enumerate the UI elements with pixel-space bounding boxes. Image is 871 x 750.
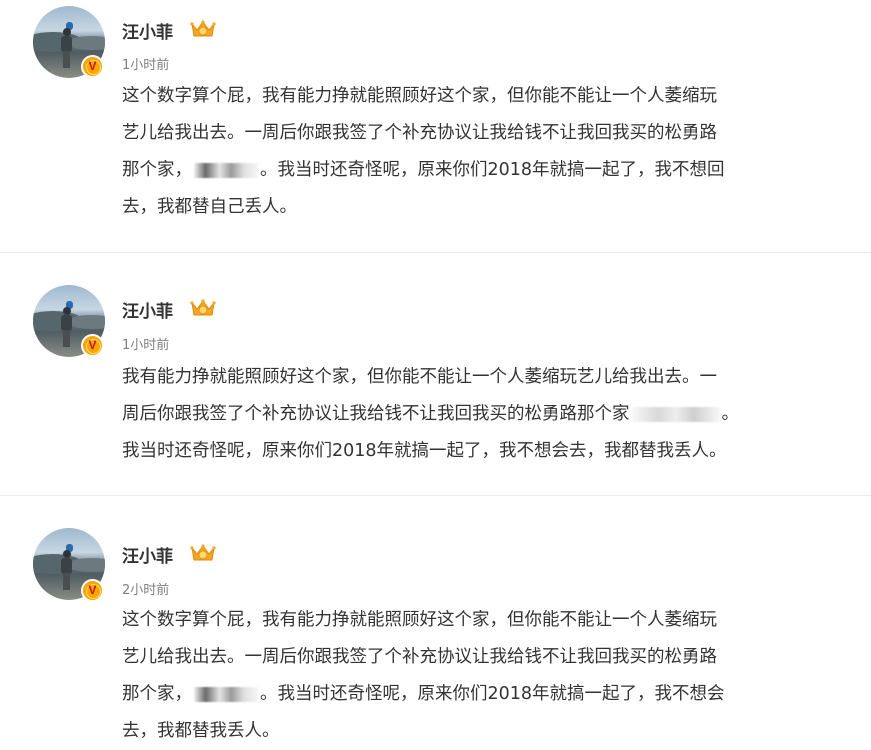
redacted-text [194, 686, 258, 702]
post-text: 这个数字算个屁，我有能力挣就能照顾好这个家，但你能不能让一个人萎缩玩 艺儿给我出… [122, 78, 842, 226]
text-segment: 。我当时还奇怪呢，原来你们2018年就搞一起了，我不想会 [260, 684, 725, 704]
author-name[interactable]: 汪小菲 [122, 18, 173, 43]
text-segment: 。 [721, 404, 740, 424]
v-badge-icon: V [81, 579, 104, 602]
text-line: 去，我都替自己丢人。 [122, 197, 297, 217]
crown-icon[interactable] [189, 542, 217, 564]
text-line: 我有能力挣就能照顾好这个家，但你能不能让一个人萎缩玩艺儿给我出去。一 [122, 367, 717, 387]
text-line: 周后你跟我签了个补充协议让我给钱不让我回我买的松勇路那个家 。 [122, 396, 842, 433]
text-line: 艺儿给我出去。一周后你跟我签了个补充协议让我给钱不让我回我买的松勇路 [122, 647, 717, 667]
redacted-text [631, 406, 720, 422]
text-line: 这个数字算个屁，我有能力挣就能照顾好这个家，但你能不能让一个人萎缩玩 [122, 610, 717, 630]
v-badge-icon: V [81, 334, 104, 357]
post-time[interactable]: 2小时前 [122, 579, 169, 598]
v-badge-icon: V [81, 55, 104, 78]
redacted-text [194, 162, 258, 178]
text-line: 艺儿给我出去。一周后你跟我签了个补充协议让我给钱不让我回我买的松勇路 [122, 123, 717, 143]
weibo-post: V 汪小菲 2小时前 这个数字算个屁，我有能力挣就能照顾好这个家，但你能不能让一… [0, 496, 871, 748]
text-segment: 周后你跟我签了个补充协议让我给钱不让我回我买的松勇路那个家 [122, 404, 630, 424]
post-time[interactable]: 1小时前 [122, 334, 169, 353]
crown-icon[interactable] [189, 18, 217, 40]
text-segment: 。我当时还奇怪呢，原来你们2018年就搞一起了，我不想回 [260, 160, 725, 180]
text-line: 那个家， 。我当时还奇怪呢，原来你们2018年就搞一起了，我不想会 [122, 676, 842, 713]
text-line: 我当时还奇怪呢，原来你们2018年就搞一起了，我不想会去，我都替我丢人。 [122, 441, 727, 461]
text-segment: 那个家， [122, 684, 192, 704]
text-line: 去，我都替我丢人。 [122, 721, 280, 741]
author-name[interactable]: 汪小菲 [122, 542, 173, 567]
post-text: 我有能力挣就能照顾好这个家，但你能不能让一个人萎缩玩艺儿给我出去。一 周后你跟我… [122, 359, 842, 470]
weibo-post: V 汪小菲 1小时前 这个数字算个屁，我有能力挣就能照顾好这个家，但你能不能让一… [0, 0, 871, 252]
text-segment: 那个家， [122, 160, 192, 180]
weibo-post: V 汪小菲 1小时前 我有能力挣就能照顾好这个家，但你能不能让一个人萎缩玩艺儿给… [0, 253, 871, 495]
author-name[interactable]: 汪小菲 [122, 297, 173, 322]
post-text: 这个数字算个屁，我有能力挣就能照顾好这个家，但你能不能让一个人萎缩玩 艺儿给我出… [122, 602, 842, 750]
post-time[interactable]: 1小时前 [122, 54, 169, 73]
text-line: 那个家， 。我当时还奇怪呢，原来你们2018年就搞一起了，我不想回 [122, 152, 842, 189]
crown-icon[interactable] [189, 297, 217, 319]
text-line: 这个数字算个屁，我有能力挣就能照顾好这个家，但你能不能让一个人萎缩玩 [122, 86, 717, 106]
